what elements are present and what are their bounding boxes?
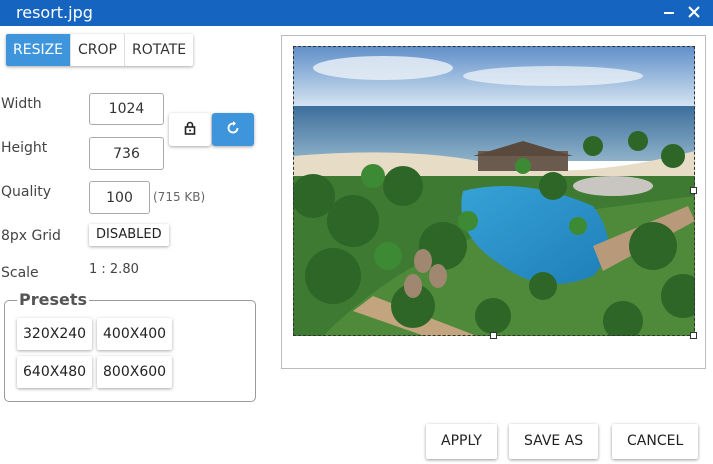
lock-aspect-button[interactable] bbox=[169, 113, 211, 146]
resort-aerial-photo bbox=[293, 46, 695, 336]
apply-button[interactable]: APPLY bbox=[426, 424, 497, 459]
title-bar: resort.jpg bbox=[0, 0, 713, 26]
quality-label: Quality bbox=[1, 184, 52, 200]
presets-group: Presets 320X240 400X400 640X480 800X600 bbox=[4, 290, 256, 402]
resize-handle-corner[interactable] bbox=[690, 332, 697, 339]
width-input[interactable] bbox=[89, 93, 164, 125]
preset-800x600-button[interactable]: 800X600 bbox=[97, 356, 173, 388]
window-title: resort.jpg bbox=[16, 3, 93, 22]
scale-label: Scale bbox=[1, 265, 39, 281]
presets-legend: Presets bbox=[17, 290, 90, 309]
preset-640x480-button[interactable]: 640X480 bbox=[17, 356, 93, 388]
file-size-text: (715 KB) bbox=[153, 190, 206, 204]
save-as-button[interactable]: SAVE AS bbox=[509, 424, 599, 459]
tab-rotate[interactable]: ROTATE bbox=[124, 34, 193, 66]
scale-value: 1 : 2.80 bbox=[89, 262, 139, 277]
mode-tabs: RESIZE CROP ROTATE bbox=[6, 34, 194, 66]
reset-icon bbox=[226, 120, 240, 139]
height-input[interactable] bbox=[89, 137, 164, 170]
minimize-icon[interactable] bbox=[659, 2, 679, 24]
height-label: Height bbox=[1, 140, 48, 156]
lock-icon bbox=[184, 120, 196, 139]
reset-size-button[interactable] bbox=[212, 113, 254, 146]
preset-320x240-button[interactable]: 320X240 bbox=[17, 318, 93, 350]
tab-resize[interactable]: RESIZE bbox=[6, 34, 71, 66]
preset-400x400-button[interactable]: 400X400 bbox=[97, 318, 173, 350]
cancel-button[interactable]: CANCEL bbox=[612, 424, 699, 459]
grid-label: 8px Grid bbox=[1, 228, 61, 244]
grid-toggle-button[interactable]: DISABLED bbox=[89, 224, 169, 246]
width-label: Width bbox=[1, 96, 42, 112]
resize-handle-right[interactable] bbox=[690, 187, 697, 194]
image-preview-panel bbox=[281, 35, 706, 369]
close-icon[interactable] bbox=[684, 2, 704, 24]
quality-input[interactable] bbox=[89, 181, 150, 214]
resize-handle-bottom[interactable] bbox=[490, 332, 497, 339]
tab-crop[interactable]: CROP bbox=[70, 34, 124, 66]
